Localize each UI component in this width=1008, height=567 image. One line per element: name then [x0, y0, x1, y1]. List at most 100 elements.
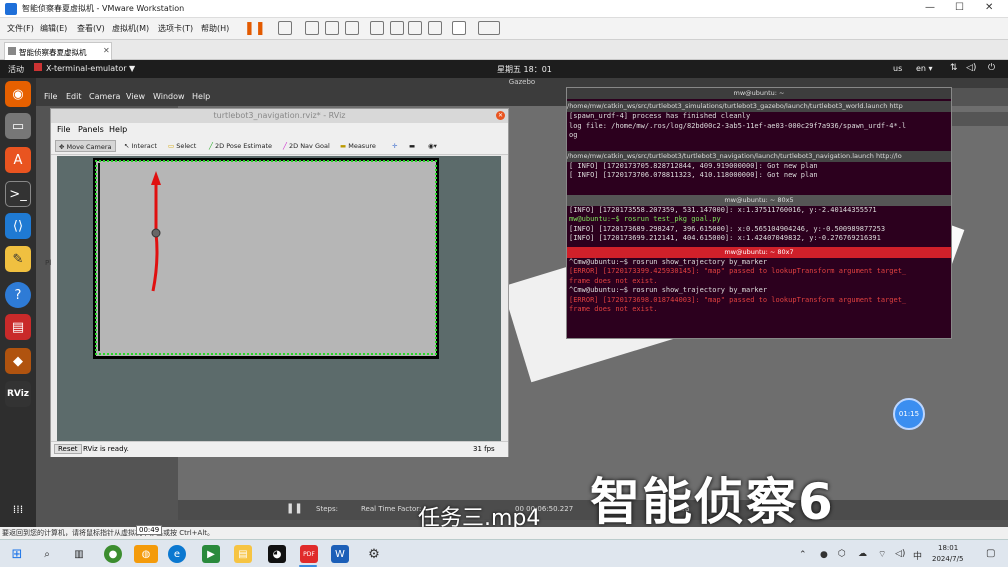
terminal-tab-4[interactable]: mw@ubuntu: ~ 80x7 — [567, 246, 951, 258]
console-view-icon[interactable] — [452, 21, 466, 35]
app-icon-green[interactable]: ● — [104, 545, 122, 563]
move-camera-tool[interactable]: ✥ Move Camera — [55, 140, 116, 152]
vmware-menu-bar: 文件(F) 编辑(E) 查看(V) 虚拟机(M) 选项卡(T) 帮助(H) ❚❚ — [0, 18, 1008, 40]
show-apps-icon[interactable]: ⁞⁞⁞ — [5, 496, 31, 522]
terminal-line: ^Cmw@ubuntu:~$ rosrun show_trajectory by… — [569, 286, 768, 294]
help-icon[interactable]: ? — [5, 282, 31, 308]
menu-view[interactable]: View — [126, 92, 145, 101]
terminal-line: og — [569, 131, 578, 139]
pose-estimate-tool[interactable]: ╱ 2D Pose Estimate — [206, 140, 275, 152]
reset-button[interactable]: Reset — [54, 444, 82, 454]
terminal-line: mw@ubuntu:~$ rosrun test_pkg goal.py — [567, 215, 951, 225]
tray-shield-icon[interactable]: ⬡ — [838, 549, 846, 559]
terminal-tab-3[interactable]: mw@ubuntu: ~ 80x5 — [567, 194, 951, 206]
terminal-tab-1[interactable]: /home/mw/catkin_ws/src/turtlebot3_simula… — [567, 101, 951, 112]
qq-icon[interactable]: ◕ — [268, 545, 286, 563]
pdf-icon[interactable]: PDF — [300, 545, 318, 563]
close-icon[interactable]: ✕ — [985, 2, 993, 13]
app-icon-media[interactable]: ▶ — [202, 545, 220, 563]
firefox-icon[interactable]: ◉ — [5, 81, 31, 107]
revert-icon[interactable] — [325, 21, 339, 35]
tray-app-icon[interactable]: ● — [820, 550, 828, 560]
maximize-icon[interactable]: ☐ — [955, 2, 964, 13]
text-editor-icon[interactable]: ✎ — [5, 246, 31, 272]
minimize-icon[interactable]: — — [925, 2, 935, 13]
tray-cloud-icon[interactable]: ☁ — [858, 549, 867, 559]
menu-file[interactable]: File — [44, 92, 57, 101]
measure-tool[interactable]: ▬ Measure — [337, 140, 379, 152]
menu-panels[interactable]: Panels — [78, 125, 104, 134]
menu-tabs[interactable]: 选项卡(T) — [158, 23, 193, 34]
send-keys-icon[interactable] — [278, 21, 292, 35]
software-icon[interactable]: A — [5, 147, 31, 173]
notification-icon[interactable]: ▢ — [986, 548, 995, 559]
ime-indicator[interactable]: 中 — [913, 549, 922, 562]
sidebar-toggle-icon[interactable] — [370, 21, 384, 35]
volume-icon[interactable]: ◁) — [895, 549, 905, 559]
tray-chevron-icon[interactable]: ⌃ — [799, 550, 807, 560]
gazebo-menu-bar: File Edit Camera View Window Help — [36, 88, 576, 106]
activities-button[interactable]: 活动 — [8, 64, 24, 75]
menu-window[interactable]: Window — [153, 92, 185, 101]
wechat-icon[interactable]: ◍ — [134, 545, 158, 563]
stretch-icon[interactable] — [478, 21, 500, 35]
tab-vm[interactable]: 智能侦察春夏虚拟机 ✕ — [4, 42, 112, 60]
unity-icon[interactable] — [428, 21, 442, 35]
word-icon[interactable]: W — [331, 545, 349, 563]
rviz-window: turtlebot3_navigation.rviz* - RViz ✕ Fil… — [45, 108, 509, 457]
vm-icon — [8, 47, 16, 55]
menu-file[interactable]: File — [57, 125, 70, 134]
network-icon[interactable]: ⇅ — [950, 63, 958, 73]
pause-icon[interactable]: ❚❚ — [244, 21, 266, 36]
files-icon[interactable]: ▭ — [5, 113, 31, 139]
add-tool-icon[interactable]: ✛ — [389, 140, 400, 152]
menu-edit[interactable]: Edit — [66, 92, 82, 101]
menu-view[interactable]: 查看(V) — [77, 23, 105, 34]
menu-edit[interactable]: 编辑(E) — [40, 23, 67, 34]
menu-camera[interactable]: Camera — [89, 92, 120, 101]
power-icon[interactable]: ⏻ — [988, 63, 995, 73]
snapshot-icon[interactable] — [305, 21, 319, 35]
vscode-icon[interactable]: ⟨⟩ — [5, 213, 31, 239]
nav-goal-tool[interactable]: ╱ 2D Nav Goal — [280, 140, 333, 152]
terminal-tab-2[interactable]: /home/mw/catkin_ws/src/turtlebot3/turtle… — [567, 150, 951, 162]
rviz-icon[interactable]: RViz — [5, 381, 31, 407]
terminal-line: [ INFO] [1720173706.078811323, 410.11800… — [569, 171, 818, 179]
taskbar-time[interactable]: 18:01 — [938, 544, 958, 552]
settings-icon[interactable]: ⚙ — [365, 545, 383, 563]
recording-timer[interactable]: 01:15 — [893, 398, 925, 430]
menu-help[interactable]: 帮助(H) — [201, 23, 229, 34]
network-icon[interactable]: ⌔ — [878, 549, 886, 560]
menu-help[interactable]: Help — [192, 92, 210, 101]
menu-vm[interactable]: 虚拟机(M) — [112, 23, 149, 34]
menu-file[interactable]: 文件(F) — [7, 23, 34, 34]
interact-tool[interactable]: ↖ Interact — [121, 140, 160, 152]
remove-tool-icon[interactable]: ▬ — [406, 140, 418, 152]
rviz-status-text: RViz is ready. — [83, 445, 129, 453]
input-method[interactable]: en ▾ — [916, 64, 933, 73]
clock[interactable]: 星期五 18：01 — [497, 64, 552, 75]
volume-icon[interactable]: ◁) — [966, 63, 976, 73]
menu-help[interactable]: Help — [109, 125, 127, 134]
task-view-icon[interactable]: ▥ — [70, 545, 88, 563]
select-tool[interactable]: ▭ Select — [165, 140, 199, 152]
edge-icon[interactable]: e — [168, 545, 186, 563]
snapshot-manager-icon[interactable] — [345, 21, 359, 35]
close-icon[interactable]: ✕ — [496, 111, 505, 120]
x-terminal-icon[interactable]: ▤ — [5, 314, 31, 340]
start-icon[interactable]: ⊞ — [8, 545, 26, 563]
rviz-3d-view[interactable] — [57, 156, 501, 441]
play-pause-icon[interactable]: ❚❚ — [286, 503, 303, 514]
stacks-icon[interactable]: ◆ — [5, 348, 31, 374]
tab-close-icon[interactable]: ✕ — [103, 46, 110, 55]
app-menu[interactable]: X-terminal-emulator ▼ — [46, 64, 135, 73]
taskbar-date[interactable]: 2024/7/5 — [932, 555, 963, 563]
file-explorer-icon[interactable]: ▤ — [234, 545, 252, 563]
select-icon: ▭ — [168, 142, 177, 150]
keyboard-layout[interactable]: us — [893, 64, 902, 73]
tool-properties-icon[interactable]: ◉▾ — [425, 140, 440, 152]
thumbnail-icon[interactable] — [390, 21, 404, 35]
terminal-icon[interactable]: >_ — [5, 181, 31, 207]
search-icon[interactable]: ⌕ — [38, 545, 56, 563]
fullscreen-icon[interactable] — [408, 21, 422, 35]
